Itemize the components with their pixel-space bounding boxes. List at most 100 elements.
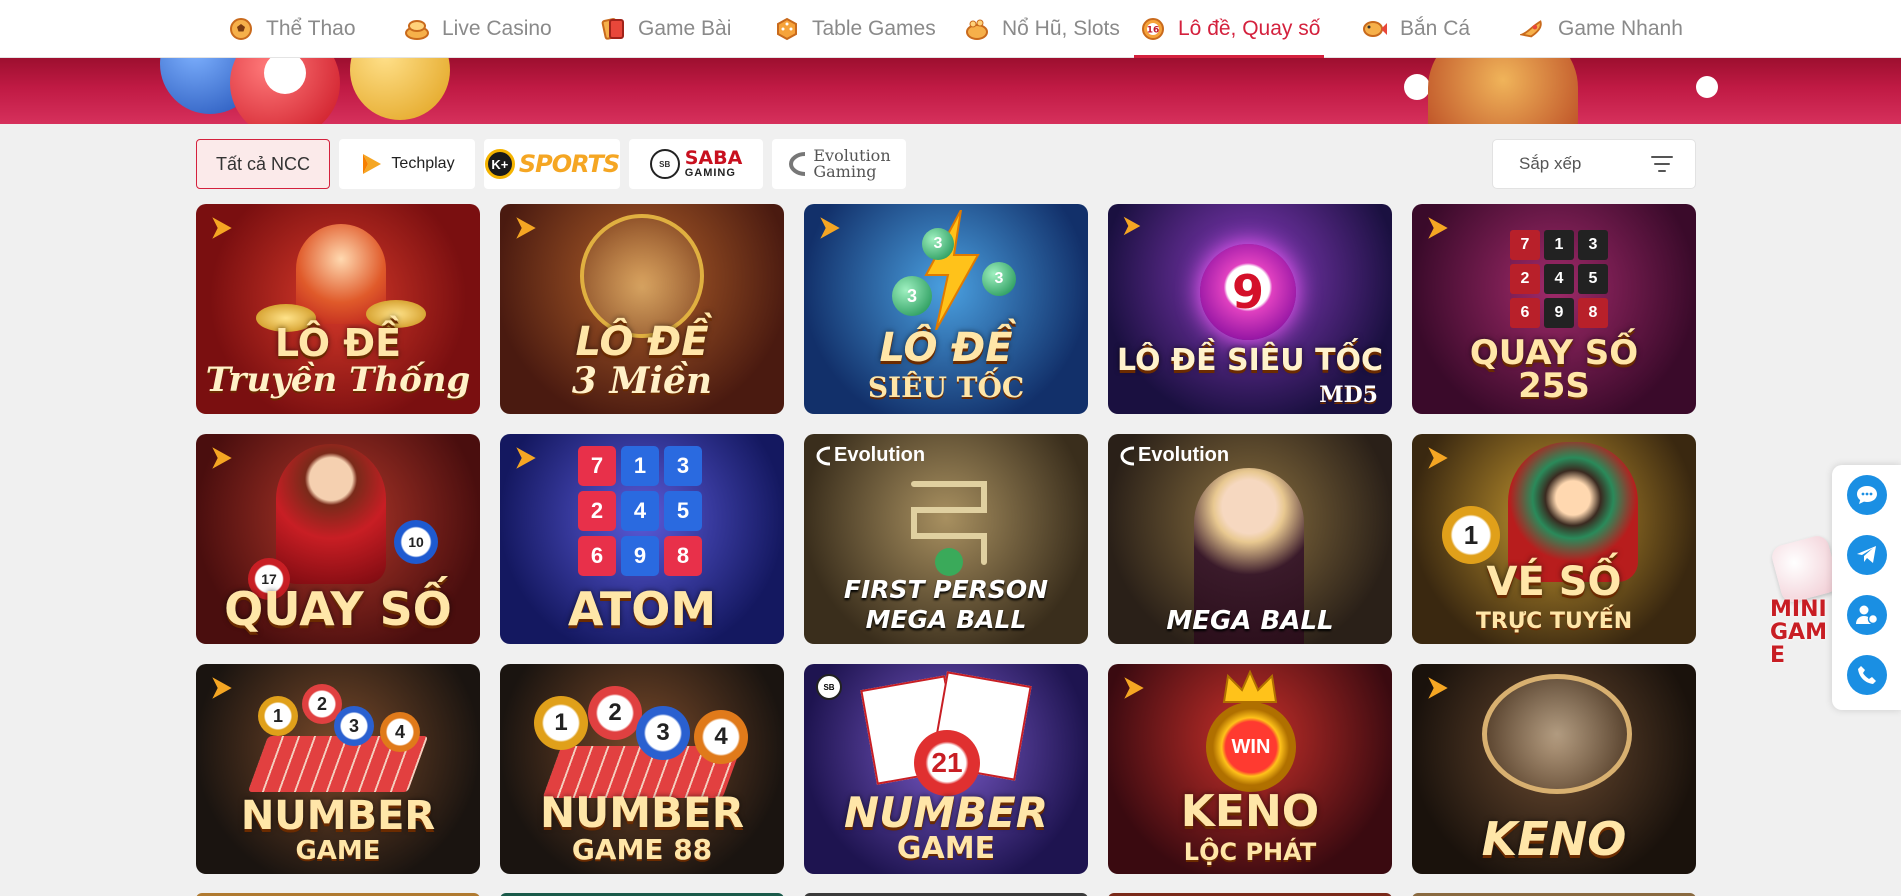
game-tile[interactable]: 1 2 3 4 NUMBER GAME: [196, 664, 480, 874]
fish-icon: [1362, 16, 1388, 42]
game-subtitle: 3 Miền: [571, 360, 713, 402]
nav-item-game-nhanh[interactable]: Game Nhanh: [1520, 0, 1683, 58]
telegram-icon: [1857, 546, 1876, 563]
lottery-ball: 3: [982, 262, 1016, 296]
filter-techplay[interactable]: Techplay: [339, 139, 475, 189]
telegram-button[interactable]: [1847, 535, 1887, 575]
nav-item-ban-ca[interactable]: Bắn Cá: [1362, 0, 1470, 58]
game-subtitle: TRỰC TUYẾN: [1475, 609, 1633, 634]
number-cell: 7: [1510, 230, 1540, 260]
evolution-badge: Evolution: [1120, 444, 1229, 467]
lottery-ball: 4: [380, 712, 420, 752]
nav-label: Live Casino: [442, 17, 552, 40]
number-grid-art: 7 1 3 2 4 5 6 9 8: [1510, 230, 1608, 328]
soccer-ball-icon: [228, 16, 254, 42]
k-sports-logo-icon: K+: [484, 149, 515, 179]
nav-label: Thể Thao: [266, 17, 356, 40]
game-title: KENO: [1481, 812, 1627, 866]
game-tile[interactable]: 1 2 3 4 NUMBER GAME 88: [500, 664, 784, 874]
number-block: 3: [664, 446, 702, 486]
nav-item-no-hu-slots[interactable]: Nổ Hũ, Slots: [964, 0, 1120, 58]
filter-saba-gaming[interactable]: SB SABA GAMING: [629, 139, 763, 189]
lottery-ball: 3: [636, 706, 690, 760]
dice-icon: [1769, 533, 1841, 605]
nav-item-lo-de-quay-so[interactable]: 16 Lô đề, Quay số: [1133, 0, 1325, 58]
game-subtitle: GAME: [896, 831, 996, 866]
number-block: 1: [621, 446, 659, 486]
nav-label: Lô đề, Quay số: [1178, 17, 1321, 40]
playing-cards-icon: [600, 16, 626, 42]
number-block: 5: [664, 491, 702, 531]
lottery-ball: 4: [694, 710, 748, 764]
provider-sublabel: Gaming: [813, 162, 877, 181]
game-title: NUMBER: [240, 793, 436, 839]
provider-sublabel: GAMING: [684, 167, 736, 179]
chat-button[interactable]: [1847, 475, 1887, 515]
promo-banner[interactable]: [0, 58, 1901, 124]
lottery-ball: 3: [334, 706, 374, 746]
filter-k-sports[interactable]: K+ SPORTS: [484, 139, 620, 189]
saba-logo-text: SABA GAMING: [685, 149, 743, 179]
mini-game-button[interactable]: MINI GAME: [1769, 533, 1841, 667]
game-tile[interactable]: 7 1 3 2 4 5 6 9 8 QUAY SỐ 25S: [1412, 204, 1696, 414]
jackpot-pot-icon: [964, 16, 990, 42]
nav-item-table-games[interactable]: Table Games: [774, 0, 936, 58]
game-title: VÉ SỐ: [1486, 559, 1622, 605]
game-tile[interactable]: WIN KENO LỘC PHÁT: [1108, 664, 1392, 874]
game-tile[interactable]: LÔ ĐỀ 3 Miền: [500, 204, 784, 414]
techplay-badge-icon: [208, 444, 236, 477]
nav-item-game-bai[interactable]: Game Bài: [600, 0, 731, 58]
nav-item-the-thao[interactable]: Thể Thao: [228, 0, 356, 58]
chat-icon: [1857, 486, 1877, 504]
phone-button[interactable]: [1847, 655, 1887, 695]
lottery-ball-decoration: [1696, 76, 1718, 98]
game-title: NUMBER: [539, 788, 745, 837]
game-subtitle: Truyền Thống: [205, 360, 471, 400]
number-cell: 3: [1578, 230, 1608, 260]
game-tile[interactable]: 10 17 QUAY SỐ: [196, 434, 480, 644]
game-title: KENO: [1180, 786, 1320, 837]
nav-item-live-casino[interactable]: Live Casino: [404, 0, 552, 58]
techplay-badge-icon: [208, 674, 236, 707]
number-cell: 5: [1578, 264, 1608, 294]
number-cell: 9: [1544, 298, 1574, 328]
user-support-icon: [1856, 605, 1879, 625]
lottery-ball-decoration: [1404, 74, 1430, 100]
game-tile[interactable]: KENO: [1412, 664, 1696, 874]
game-tile[interactable]: 7 1 3 2 4 5 6 9 8 ATOM: [500, 434, 784, 644]
number-block: 2: [578, 491, 616, 531]
game-subtitle: GAME 88: [571, 833, 713, 866]
evolution-logo-icon: [789, 152, 806, 176]
game-tile[interactable]: 9 LÔ ĐỀ SIÊU TỐC MD5: [1108, 204, 1392, 414]
filter-evolution-gaming[interactable]: Evolution Gaming: [772, 139, 906, 189]
svg-text:16: 16: [1147, 26, 1160, 36]
game-tile[interactable]: 1 VÉ SỐ TRỰC TUYẾN: [1412, 434, 1696, 644]
number-block: 4: [621, 491, 659, 531]
evolution-badge: Evolution: [816, 444, 925, 467]
provider-filter: Tất cả NCC Techplay K+ SPORTS SB SABA GA…: [196, 139, 906, 189]
lottery-ball: 2: [588, 686, 642, 740]
win-badge: WIN: [1206, 702, 1296, 792]
ball-track-art: [911, 481, 987, 576]
contact-bar: [1832, 465, 1901, 710]
lottery-ball: 1: [258, 696, 298, 736]
game-tile[interactable]: SB 21 NUMBER GAME: [804, 664, 1088, 874]
number-cell: 2: [1510, 264, 1540, 294]
game-tile[interactable]: LÔ ĐỀ Truyền Thống: [196, 204, 480, 414]
game-title: MEGA BALL: [1166, 606, 1334, 636]
lottery-ball: 1: [534, 696, 588, 750]
number-cell: 1: [1544, 230, 1574, 260]
techplay-badge-icon: [816, 214, 844, 247]
filter-all-providers[interactable]: Tất cả NCC: [196, 139, 330, 189]
sort-dropdown[interactable]: Sắp xếp: [1492, 139, 1696, 189]
game-tile[interactable]: Evolution FIRST PERSON MEGA BALL: [804, 434, 1088, 644]
game-title: QUAY SỐ: [1469, 333, 1639, 373]
lottery-ball-icon: 16: [1140, 16, 1166, 42]
saba-badge-icon: SB: [816, 674, 842, 700]
support-button[interactable]: [1847, 595, 1887, 635]
techplay-logo-icon: [363, 154, 382, 174]
number-cell: 8: [1578, 298, 1608, 328]
game-tile[interactable]: 3 3 3 LÔ ĐỀ SIÊU TỐC: [804, 204, 1088, 414]
game-tile[interactable]: Evolution MEGA BALL: [1108, 434, 1392, 644]
provider-label: SPORTS: [518, 150, 620, 178]
